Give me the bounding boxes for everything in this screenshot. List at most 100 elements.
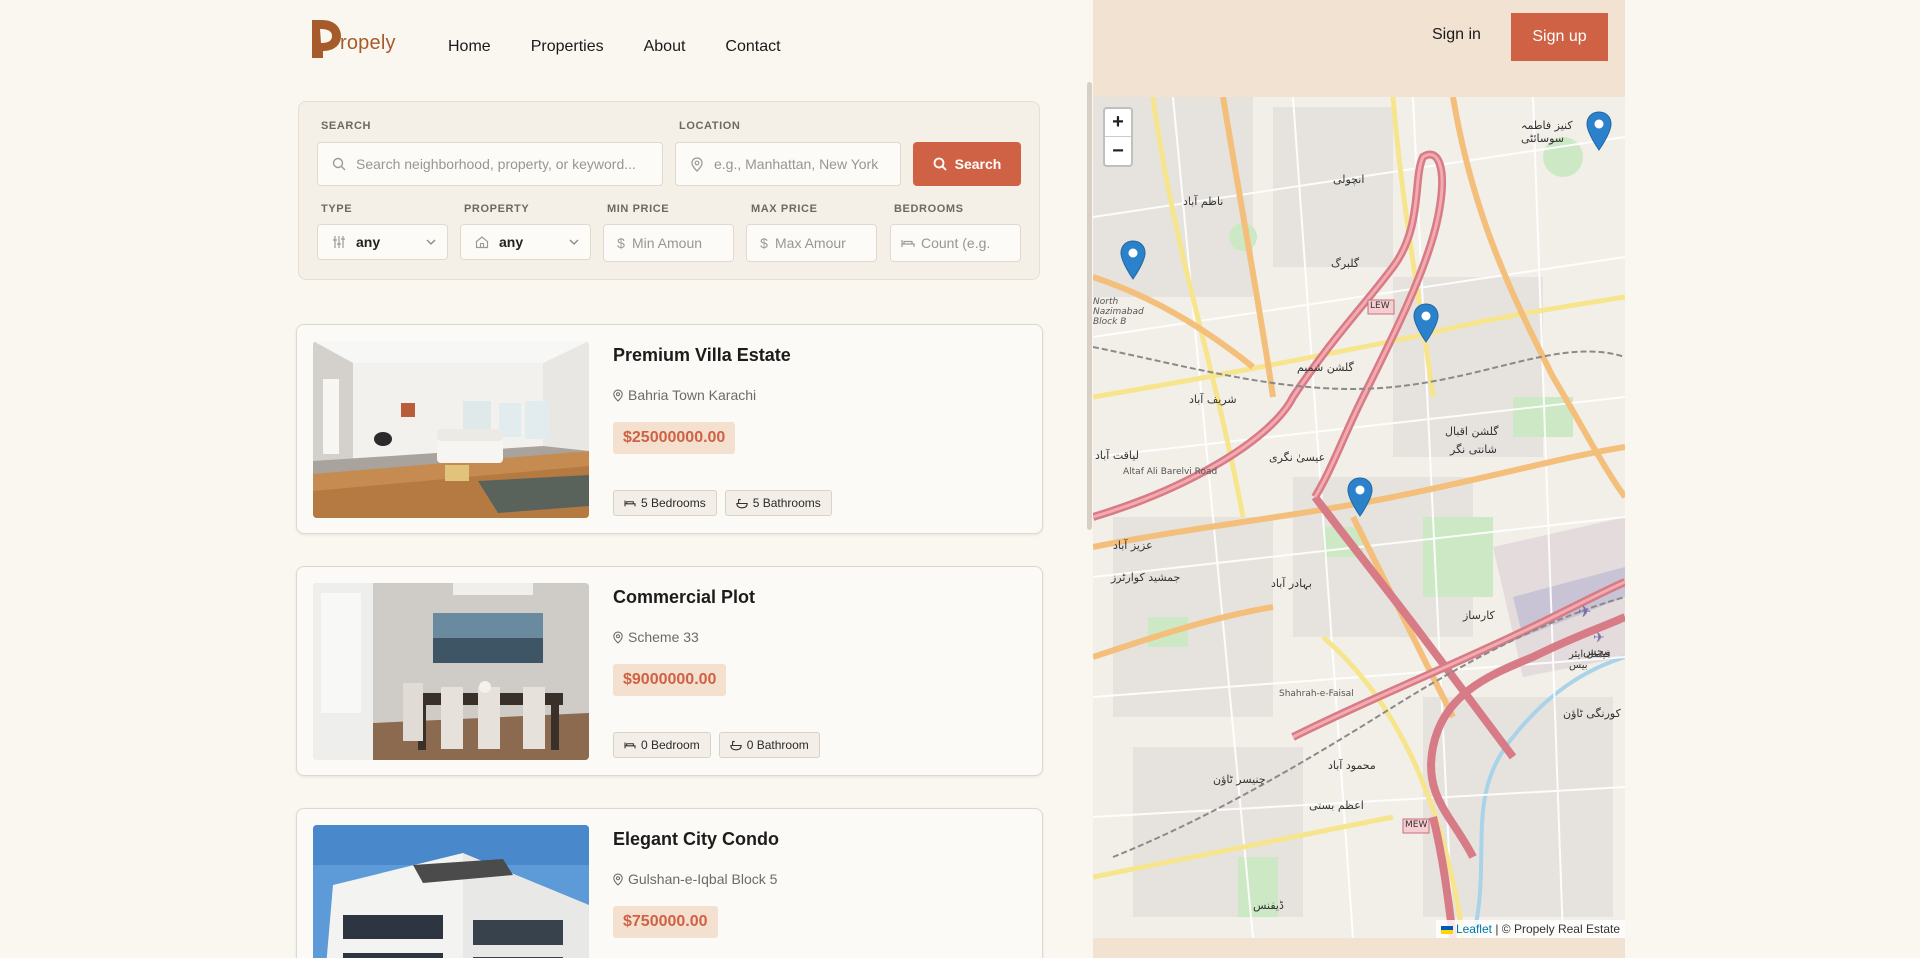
map-labels: گلبرگ گلشن اقبال شانتی نگر عیسیٰ نگری کا… (1093, 97, 1625, 938)
listing-title[interactable]: Commercial Plot (613, 587, 755, 608)
bed-icon (624, 500, 636, 507)
chevron-down-icon (568, 235, 580, 252)
property-label: PROPERTY (464, 203, 530, 215)
map-label: بہادر آباد (1271, 577, 1312, 590)
bed-icon (899, 234, 917, 252)
listing-photo (313, 825, 589, 958)
sliders-icon (330, 233, 348, 251)
listing-title[interactable]: Elegant City Condo (613, 829, 779, 850)
dollar-icon: $ (617, 235, 625, 251)
listing-price: $9000000.00 (613, 664, 727, 696)
listing-card[interactable]: Premium Villa Estate Bahria Town Karachi… (296, 324, 1043, 534)
min-price-placeholder: Min Amoun (632, 235, 703, 251)
listing-card[interactable]: Elegant City Condo Gulshan-e-Iqbal Block… (296, 808, 1043, 958)
nav-home[interactable]: Home (448, 38, 491, 56)
map-label: محمود آباد (1328, 759, 1376, 772)
min-price-label: MIN PRICE (607, 203, 670, 215)
map-label: انچولی (1333, 173, 1365, 186)
nav-about[interactable]: About (644, 38, 686, 56)
max-price-placeholder: Max Amour (775, 235, 846, 251)
search-button-label: Search (954, 156, 1002, 172)
map-marker-icon[interactable] (1347, 477, 1373, 517)
search-input[interactable]: Search neighborhood, property, or keywor… (317, 142, 663, 186)
map-label: چنیسر ٹاؤن (1213, 773, 1266, 786)
map-label: North Nazimabad Block B (1093, 297, 1144, 327)
listing-location: Bahria Town Karachi (613, 387, 756, 403)
bed-icon (624, 742, 636, 749)
ukraine-flag-icon (1440, 925, 1453, 934)
map-label: اعظم بستی (1309, 799, 1364, 812)
chevron-down-icon (425, 235, 437, 252)
map-label: شریف آباد (1189, 393, 1237, 406)
map-label: فیصل ایئر بیس (1569, 649, 1611, 671)
home-icon (473, 233, 491, 251)
nav-properties[interactable]: Properties (531, 38, 604, 56)
brand-name: ropely (340, 32, 396, 54)
location-label: LOCATION (679, 120, 741, 132)
property-value: any (499, 234, 524, 250)
map-label: عزیز آباد (1113, 539, 1153, 552)
map-label: شانتی نگر (1450, 443, 1497, 456)
zoom-control: + − (1103, 107, 1133, 167)
search-panel: SEARCH Search neighborhood, property, or… (298, 101, 1040, 280)
bath-icon (736, 498, 748, 508)
signup-button[interactable]: Sign up (1511, 13, 1608, 61)
map-marker-icon[interactable] (1586, 111, 1612, 151)
location-pin-icon (613, 631, 623, 644)
map-label: گلبرگ (1331, 257, 1360, 270)
property-select[interactable]: any (460, 224, 591, 260)
map-label: گلشن اقبال (1445, 425, 1499, 438)
map-marker-icon[interactable] (1120, 240, 1146, 280)
listing-location: Scheme 33 (613, 629, 699, 645)
map-label: Shahrah-e-Faisal (1279, 689, 1354, 699)
search-placeholder: Search neighborhood, property, or keywor… (356, 156, 636, 172)
signin-link[interactable]: Sign in (1432, 26, 1481, 44)
map-label: کورنگی ٹاؤن (1563, 707, 1621, 720)
main-nav: Home Properties About Contact (448, 38, 781, 56)
listing-photo (313, 341, 589, 518)
max-price-input[interactable]: $ Max Amour (746, 224, 877, 262)
listing-location-text: Gulshan-e-Iqbal Block 5 (628, 871, 778, 887)
bath-icon (730, 740, 742, 750)
listing-location-text: Bahria Town Karachi (628, 387, 757, 403)
location-pin-icon (613, 873, 623, 886)
map-view[interactable]: ✈ ✈ گلبرگ گلشن اقبال شانتی نگر عیسیٰ نگر… (1093, 97, 1625, 938)
map-label: Altaf Ali Barelvi Road (1123, 467, 1218, 477)
bathrooms-text: 0 Bathroom (746, 738, 809, 752)
listing-location-text: Scheme 33 (628, 629, 699, 645)
map-marker-icon[interactable] (1413, 303, 1439, 343)
map-label: جمشید کوارٹرز (1111, 571, 1181, 584)
listing-features: 5 Bedrooms 5 Bathrooms (613, 490, 832, 516)
listing-location: Gulshan-e-Iqbal Block 5 (613, 871, 777, 887)
location-input[interactable]: e.g., Manhattan, New York (675, 142, 901, 186)
bedrooms-badge: 0 Bedroom (613, 732, 711, 758)
brand-logo-mark (312, 20, 342, 58)
bedrooms-placeholder: Count (e.g. (921, 235, 991, 251)
map-label: عیسیٰ نگری (1269, 451, 1326, 464)
map-road-shield: MEW (1405, 820, 1428, 830)
leaflet-link[interactable]: Leaflet (1456, 922, 1492, 936)
dollar-icon: $ (760, 235, 768, 251)
search-button[interactable]: Search (913, 142, 1021, 186)
left-panel: ropely Home Properties About Contact SEA… (0, 0, 1093, 958)
type-select[interactable]: any (317, 224, 448, 260)
listing-card[interactable]: Commercial Plot Scheme 33 $9000000.00 0 … (296, 566, 1043, 776)
zoom-in-button[interactable]: + (1105, 109, 1131, 137)
map-label: کارساز (1463, 609, 1495, 622)
min-price-input[interactable]: $ Min Amoun (603, 224, 734, 262)
search-button-icon (933, 157, 947, 171)
listing-title[interactable]: Premium Villa Estate (613, 345, 791, 366)
bedrooms-input[interactable]: Count (e.g. (890, 224, 1021, 262)
listing-features: 0 Bedroom 0 Bathroom (613, 732, 820, 758)
listing-price: $750000.00 (613, 906, 718, 938)
bathrooms-badge: 5 Bathrooms (724, 490, 832, 516)
brand-logo[interactable]: ropely (312, 18, 396, 58)
map-label: ناظم آباد (1183, 195, 1224, 208)
zoom-out-button[interactable]: − (1105, 137, 1131, 165)
nav-contact[interactable]: Contact (725, 38, 780, 56)
bedrooms-text: 5 Bedrooms (641, 496, 706, 510)
bedrooms-label: BEDROOMS (894, 203, 964, 215)
location-pin-icon (613, 389, 623, 402)
bathrooms-text: 5 Bathrooms (752, 496, 821, 510)
scrollbar-thumb[interactable] (1087, 82, 1092, 530)
